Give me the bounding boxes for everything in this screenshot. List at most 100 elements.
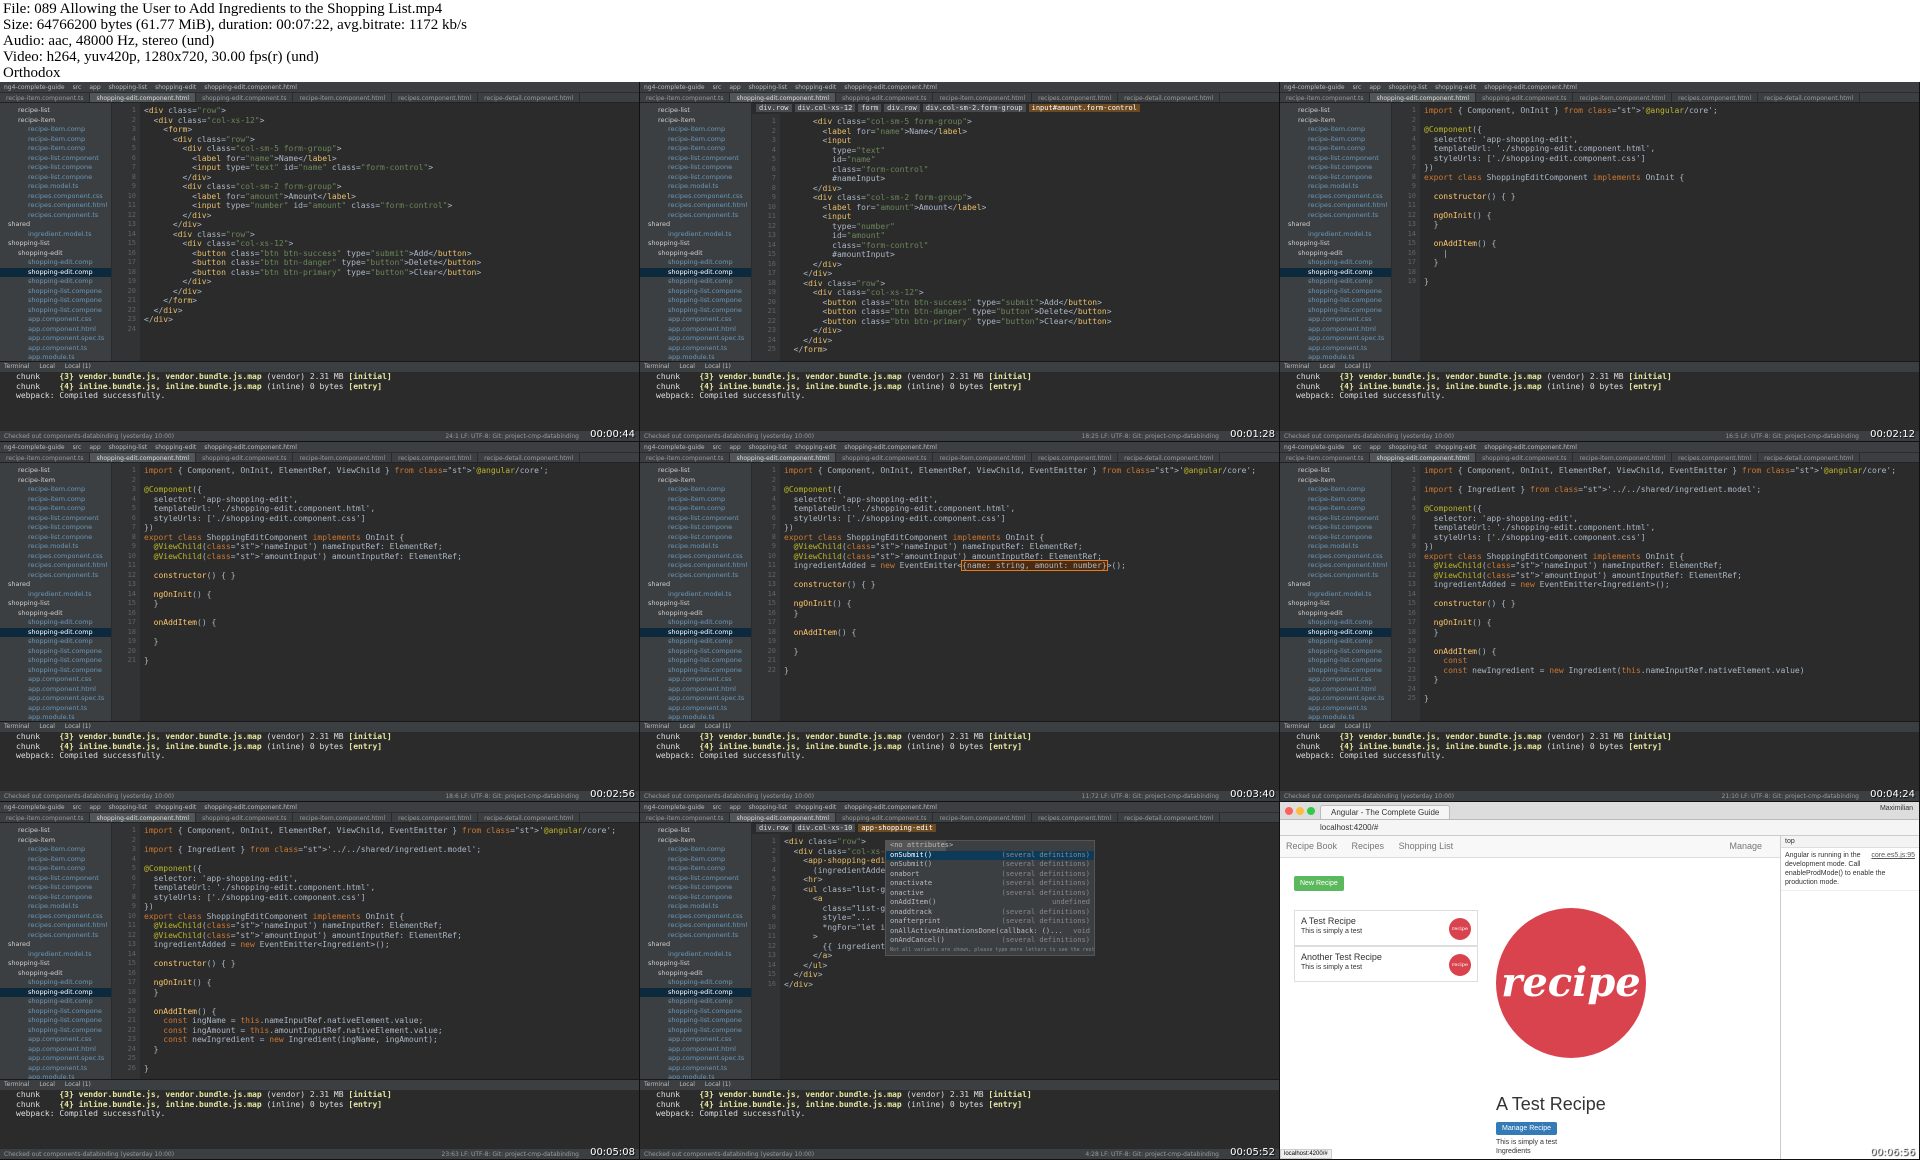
file-item[interactable]: app.component.html (640, 1045, 751, 1055)
file-item[interactable]: ingredient.model.ts (0, 950, 111, 960)
file-item[interactable]: recipe-list.component (640, 514, 751, 524)
terminal-tab[interactable]: Local (1) (1345, 723, 1371, 730)
profile-name[interactable]: Maximilian (1880, 805, 1913, 812)
nav-crumb[interactable]: shopping-edit.component.html (204, 84, 297, 91)
file-item[interactable]: recipe-item.comp (0, 845, 111, 855)
file-item[interactable]: shopping-list.compone (0, 306, 111, 316)
folder-item[interactable]: recipe-list (1280, 466, 1391, 476)
terminal-tab[interactable]: Local (39, 723, 55, 730)
file-item[interactable]: recipe-item.comp (0, 855, 111, 865)
file-item[interactable]: recipe-list.compone (640, 533, 751, 543)
editor-tab[interactable]: recipe-item.component.ts (1280, 453, 1371, 462)
folder-item[interactable]: recipe-item (640, 836, 751, 846)
file-item[interactable]: recipe.model.ts (0, 182, 111, 192)
file-item[interactable]: app.component.ts (1280, 344, 1391, 354)
file-item[interactable]: recipes.component.html (640, 201, 751, 211)
file-item[interactable]: recipe-list.compone (0, 883, 111, 893)
nav-recipes-link[interactable]: Recipes (1352, 841, 1385, 851)
file-item[interactable]: recipe-item.comp (640, 845, 751, 855)
file-item[interactable]: app.component.ts (0, 704, 111, 714)
file-item[interactable]: shopping-list.compone (1280, 656, 1391, 666)
terminal-tab[interactable]: Local (679, 1081, 695, 1088)
file-item[interactable]: shopping-list.compone (1280, 647, 1391, 657)
nav-crumb[interactable]: shopping-edit (1435, 84, 1476, 91)
editor-tab[interactable]: recipe-item.component.html (933, 453, 1033, 462)
file-item[interactable]: recipe-list.compone (640, 163, 751, 173)
file-item[interactable]: ingredient.model.ts (1280, 230, 1391, 240)
autocomplete-item[interactable]: (several definitions) onafterprint (886, 917, 1094, 927)
folder-item[interactable]: shopping-edit (0, 249, 111, 259)
recipe-card[interactable]: A Test Recipe This is simply a test reci… (1294, 910, 1478, 946)
nav-crumb[interactable]: src (73, 84, 82, 91)
editor-tab[interactable]: recipe-item.component.ts (0, 813, 91, 822)
file-item[interactable]: recipe-item.comp (0, 144, 111, 154)
terminal-tab[interactable]: Local (39, 1081, 55, 1088)
manage-recipe-button[interactable]: Manage Recipe (1496, 1122, 1558, 1135)
file-item[interactable]: shopping-list.compone (640, 1026, 751, 1036)
folder-item[interactable]: shared (640, 580, 751, 590)
nav-crumb[interactable]: src (713, 804, 722, 811)
file-item[interactable]: recipe-list.compone (1280, 163, 1391, 173)
folder-item[interactable]: shopping-edit (0, 969, 111, 979)
folder-item[interactable]: shared (0, 220, 111, 230)
file-item[interactable]: recipe-item.comp (640, 504, 751, 514)
file-item[interactable]: recipe.model.ts (640, 182, 751, 192)
breadcrumb-item[interactable]: div.row (756, 824, 792, 832)
editor-tab[interactable]: recipe-item.component.ts (640, 453, 731, 462)
file-item[interactable]: shopping-edit.comp (0, 997, 111, 1007)
editor-tab[interactable]: recipe-item.component.ts (0, 93, 91, 102)
nav-crumb[interactable]: shopping-list (749, 444, 787, 451)
editor-tab[interactable]: shopping-edit.component.ts (196, 813, 294, 822)
file-item[interactable]: recipes.component.css (1280, 192, 1391, 202)
file-item[interactable]: app.component.html (640, 685, 751, 695)
nav-crumb[interactable]: shopping-edit.component.html (844, 444, 937, 451)
nav-crumb[interactable]: app (1369, 444, 1380, 451)
file-item[interactable]: app.component.html (0, 325, 111, 335)
nav-crumb[interactable]: app (729, 804, 740, 811)
terminal-tab[interactable]: Local (1) (65, 1081, 91, 1088)
code-editor[interactable]: import { Component, OnInit, ElementRef, … (1420, 463, 1911, 721)
autocomplete-item[interactable]: (several definitions) onaddtrack (886, 908, 1094, 918)
folder-item[interactable]: recipe-item (0, 476, 111, 486)
editor-tab[interactable]: recipe-detail.component.html (1118, 93, 1221, 102)
file-item[interactable]: app.component.spec.ts (0, 694, 111, 704)
file-item[interactable]: shopping-list.compone (0, 1026, 111, 1036)
file-item[interactable]: recipe-list.component (1280, 154, 1391, 164)
file-item[interactable]: app.component.spec.ts (0, 1054, 111, 1064)
editor-tab[interactable]: shopping-edit.component.html (90, 453, 197, 462)
nav-crumb[interactable]: shopping-list (749, 804, 787, 811)
breadcrumb-item[interactable]: div.row (884, 104, 920, 112)
file-item[interactable]: recipe-item.comp (0, 135, 111, 145)
file-item[interactable]: app.component.ts (1280, 704, 1391, 714)
editor-tab[interactable]: recipe-detail.component.html (1758, 93, 1861, 102)
recipe-card[interactable]: Another Test Recipe This is simply a tes… (1294, 946, 1478, 982)
editor-tab[interactable]: recipe-item.component.html (293, 813, 393, 822)
file-item[interactable]: recipe.model.ts (0, 902, 111, 912)
autocomplete-item[interactable]: (several definitions) onAndCancel() (886, 936, 1094, 946)
close-window-icon[interactable] (1285, 807, 1293, 815)
file-item[interactable]: recipe-item.comp (640, 855, 751, 865)
file-item[interactable]: shopping-list.compone (0, 647, 111, 657)
file-item[interactable]: recipe.model.ts (0, 542, 111, 552)
file-item[interactable]: app.component.css (1280, 315, 1391, 325)
status-encoding[interactable]: LF: UTF-8: Git: project-cmp-databinding (1101, 1151, 1219, 1158)
file-item[interactable]: recipe-list.component (0, 874, 111, 884)
editor-tab[interactable]: recipe-detail.component.html (478, 813, 581, 822)
file-item[interactable]: shopping-edit.comp (0, 978, 111, 988)
autocomplete-item[interactable]: undefined onAddItem() (886, 898, 1094, 908)
file-item[interactable]: recipe-list.compone (640, 173, 751, 183)
file-item[interactable]: recipe-list.compone (640, 883, 751, 893)
editor-tab[interactable]: shopping-edit.component.ts (1476, 453, 1574, 462)
nav-crumb[interactable]: shopping-edit.component.html (204, 444, 297, 451)
file-item[interactable]: recipes.component.css (640, 552, 751, 562)
autocomplete-item[interactable]: (several definitions) onactive (886, 889, 1094, 899)
breadcrumb-item[interactable]: app-shopping-edit (858, 824, 936, 832)
address-bar[interactable]: localhost:4200/# (1280, 820, 1919, 836)
brand-link[interactable]: Recipe Book (1286, 841, 1337, 851)
console-source[interactable]: core.es5.js:95 (1871, 851, 1915, 860)
folder-item[interactable]: shopping-list (0, 239, 111, 249)
folder-item[interactable]: shopping-list (640, 599, 751, 609)
file-item[interactable]: shopping-edit.comp (640, 277, 751, 287)
folder-item[interactable]: shared (1280, 580, 1391, 590)
file-item[interactable]: shopping-list.compone (640, 656, 751, 666)
